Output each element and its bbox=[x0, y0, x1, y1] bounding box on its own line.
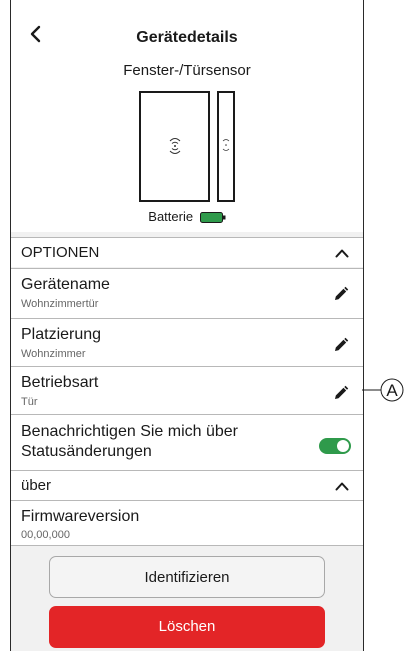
callout-marker: A bbox=[362, 378, 404, 402]
chevron-up-icon[interactable] bbox=[335, 248, 349, 258]
edit-pencil-icon[interactable] bbox=[333, 385, 349, 401]
device-details-screen: Gerätedetails Fenster-/Türsensor Batteri… bbox=[10, 0, 364, 651]
firmware-label: Firmwareversion bbox=[21, 508, 140, 525]
device-name-value: Wohnzimmertür bbox=[21, 298, 99, 310]
about-section-label: über bbox=[21, 477, 52, 494]
operating-mode-label: Betriebsart bbox=[21, 374, 99, 391]
operating-mode-value: Tür bbox=[21, 396, 38, 408]
battery-full-icon bbox=[199, 212, 226, 224]
options-section-header[interactable]: OPTIONEN bbox=[11, 237, 363, 267]
list-item-operating-mode[interactable]: Betriebsart Tür bbox=[11, 366, 363, 414]
about-section-header[interactable]: über bbox=[11, 470, 363, 500]
list-item-firmware: Firmwareversion 00,00,000 bbox=[11, 500, 363, 546]
firmware-value: 00,00,000 bbox=[21, 529, 70, 541]
list-item-notifications[interactable]: Benachrichtigen Sie mich über Statusände… bbox=[11, 414, 363, 470]
wireless-signal-icon bbox=[169, 138, 181, 154]
placement-value: Wohnzimmer bbox=[21, 348, 86, 360]
callout-letter: A bbox=[386, 381, 398, 400]
battery-status: Batterie bbox=[11, 209, 363, 224]
sensor-magnet-image bbox=[217, 91, 235, 202]
battery-label: Batterie bbox=[148, 209, 194, 224]
page-title: Gerätedetails bbox=[136, 29, 238, 46]
placement-label: Platzierung bbox=[21, 326, 102, 343]
device-header: Gerätedetails Fenster-/Türsensor Batteri… bbox=[11, 0, 363, 232]
edit-pencil-icon[interactable] bbox=[333, 337, 349, 353]
wireless-signal-small-icon bbox=[222, 139, 230, 151]
list-item-placement[interactable]: Platzierung Wohnzimmer bbox=[11, 318, 363, 366]
list-item-device-name[interactable]: Gerätename Wohnzimmertür bbox=[11, 268, 363, 318]
device-type-label: Fenster-/Türsensor bbox=[123, 62, 251, 79]
toggle-knob bbox=[337, 440, 349, 452]
device-name-label: Gerätename bbox=[21, 276, 110, 293]
notifications-label: Benachrichtigen Sie mich über Statusände… bbox=[21, 423, 239, 460]
notifications-toggle[interactable] bbox=[319, 438, 351, 454]
chevron-up-icon[interactable] bbox=[335, 481, 349, 491]
delete-button[interactable]: Löschen bbox=[49, 606, 325, 648]
identify-button[interactable]: Identifizieren bbox=[49, 556, 325, 598]
edit-pencil-icon[interactable] bbox=[333, 286, 349, 302]
sensor-main-body-image bbox=[139, 91, 210, 202]
options-section-label: OPTIONEN bbox=[21, 244, 100, 261]
